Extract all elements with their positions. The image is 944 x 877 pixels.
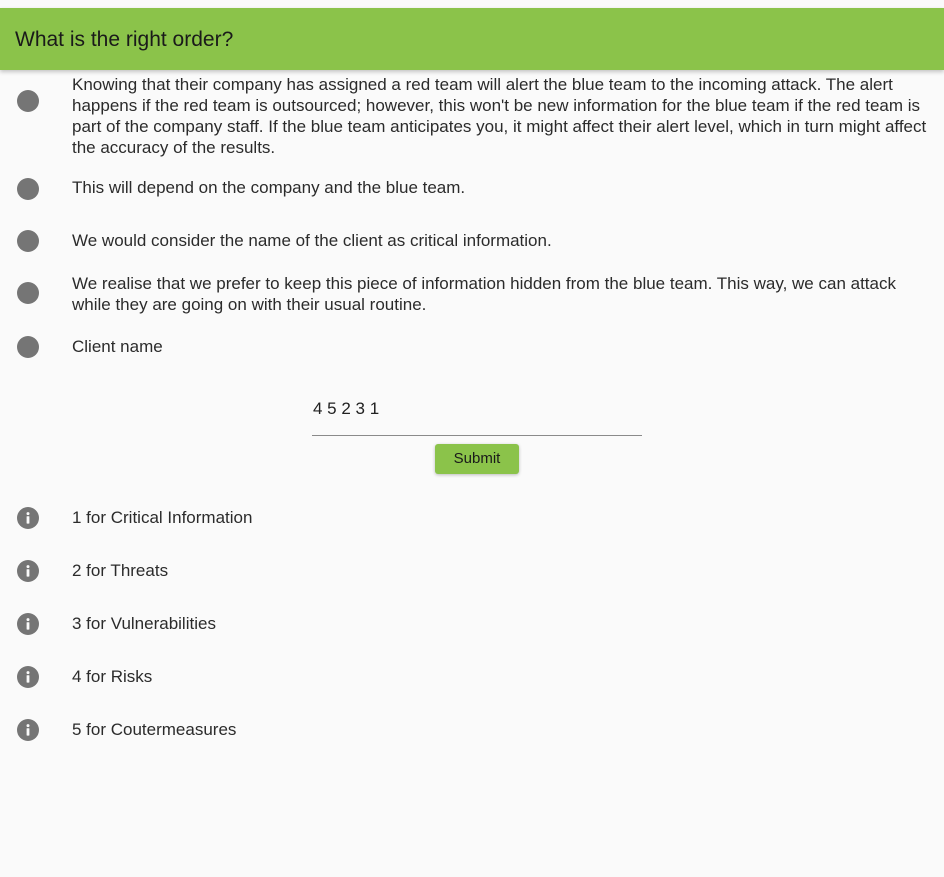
legend-item: 4 for Risks bbox=[0, 666, 944, 690]
legend-text: 5 for Coutermeasures bbox=[72, 720, 237, 739]
option-item[interactable]: Client name bbox=[0, 336, 944, 360]
legend-text: 1 for Critical Information bbox=[72, 508, 253, 527]
option-text: We realise that we prefer to keep this p… bbox=[72, 274, 896, 314]
option-text: We would consider the name of the client… bbox=[72, 231, 552, 250]
info-icon bbox=[17, 507, 39, 529]
radio-icon[interactable] bbox=[17, 336, 39, 358]
option-item[interactable]: We would consider the name of the client… bbox=[0, 230, 944, 254]
option-text: Client name bbox=[72, 337, 163, 356]
option-item[interactable]: This will depend on the company and the … bbox=[0, 177, 944, 201]
radio-icon[interactable] bbox=[17, 282, 39, 304]
page-title: What is the right order? bbox=[15, 28, 234, 51]
app-bar: What is the right order? bbox=[0, 8, 944, 70]
answer-input[interactable]: 4 5 2 3 1 bbox=[312, 394, 642, 436]
legend-item: 2 for Threats bbox=[0, 560, 944, 584]
answer-value: 4 5 2 3 1 bbox=[313, 399, 380, 418]
option-item[interactable]: We realise that we prefer to keep this p… bbox=[0, 273, 944, 317]
submit-button[interactable]: Submit bbox=[435, 444, 519, 474]
legend-item: 1 for Critical Information bbox=[0, 507, 944, 531]
info-icon bbox=[17, 613, 39, 635]
radio-icon[interactable] bbox=[17, 90, 39, 112]
info-icon bbox=[17, 560, 39, 582]
option-text: This will depend on the company and the … bbox=[72, 178, 466, 197]
info-icon bbox=[17, 666, 39, 688]
option-text: Knowing that their company has assigned … bbox=[72, 75, 927, 157]
legend-text: 3 for Vulnerabilities bbox=[72, 614, 216, 633]
radio-icon[interactable] bbox=[17, 178, 39, 200]
legend-item: 3 for Vulnerabilities bbox=[0, 613, 944, 637]
radio-icon[interactable] bbox=[17, 230, 39, 252]
info-icon bbox=[17, 719, 39, 741]
legend-text: 4 for Risks bbox=[72, 667, 153, 686]
top-strip bbox=[0, 0, 944, 8]
option-item[interactable]: Knowing that their company has assigned … bbox=[0, 74, 944, 158]
legend-item: 5 for Coutermeasures bbox=[0, 719, 944, 743]
legend-text: 2 for Threats bbox=[72, 561, 169, 580]
